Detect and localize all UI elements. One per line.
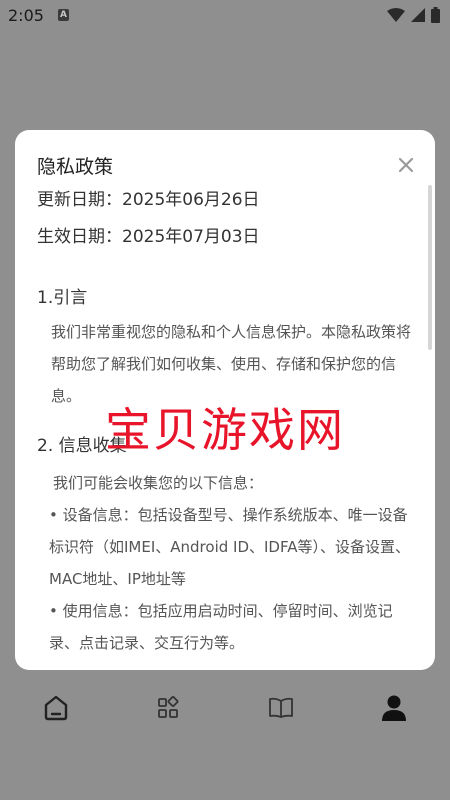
privacy-dialog: 隐私政策 更新日期：2025年06月26日 生效日期：2025年07月03日 1… (15, 130, 435, 670)
apps-icon (156, 696, 180, 724)
status-icons (387, 7, 440, 27)
dialog-title: 隐私政策 (37, 156, 114, 178)
home-icon (42, 694, 70, 726)
nav-apps[interactable] (152, 694, 184, 726)
updated-date: 更新日期：2025年06月26日 (37, 190, 260, 210)
scrollbar[interactable] (428, 185, 432, 350)
section-2-body: • 设备信息：包括设备型号、操作系统版本、唯一设备标识符（如IMEI、Andro… (49, 506, 410, 652)
book-icon (267, 696, 295, 724)
section-2-intro: 我们可能会收集您的以下信息： (53, 474, 264, 492)
nav-profile[interactable] (378, 694, 410, 726)
status-time: 2:05 (8, 6, 44, 25)
nav-book[interactable] (265, 694, 297, 726)
profile-icon (381, 694, 407, 726)
nav-home[interactable] (40, 694, 72, 726)
section-2-title: 2. 信息收集 (37, 436, 127, 456)
signal-icon (411, 7, 425, 27)
section-1-title: 1.引言 (37, 288, 88, 308)
effective-date: 生效日期：2025年07月03日 (37, 227, 260, 247)
battery-icon (431, 7, 440, 27)
close-icon (397, 157, 415, 178)
bottom-nav (0, 680, 450, 740)
notification-badge: A (58, 9, 69, 21)
close-button[interactable] (397, 156, 415, 174)
wifi-icon (387, 7, 405, 27)
section-1-body: 我们非常重视您的隐私和个人信息保护。本隐私政策将帮助您了解我们如何收集、使用、存… (51, 323, 412, 405)
status-bar: 2:05 A (0, 0, 450, 32)
